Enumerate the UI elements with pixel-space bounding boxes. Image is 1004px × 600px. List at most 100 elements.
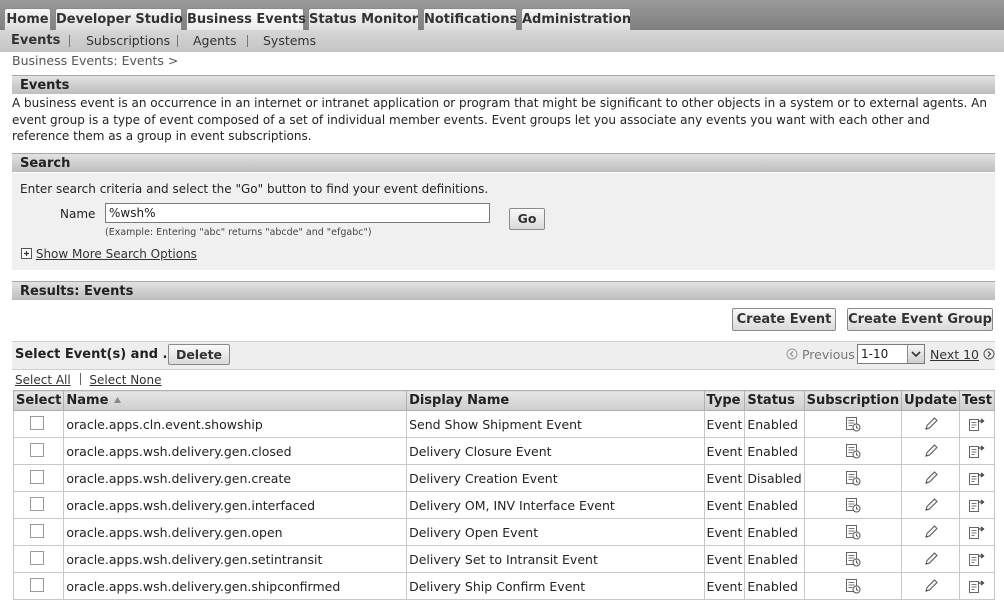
subscription-cell[interactable]	[803, 545, 903, 573]
next-10-link[interactable]: Next 10	[930, 347, 979, 362]
test-cell[interactable]	[959, 545, 995, 573]
row-checkbox[interactable]	[30, 469, 44, 484]
pencil-icon[interactable]	[904, 497, 957, 513]
pencil-icon[interactable]	[904, 551, 957, 567]
test-cell[interactable]	[959, 410, 995, 438]
row-select-cell[interactable]	[12, 410, 65, 438]
subscription-cell[interactable]	[803, 410, 903, 438]
test-event-icon[interactable]	[962, 578, 992, 594]
col-name[interactable]: Name	[63, 390, 408, 411]
subnav-agents[interactable]: Agents	[193, 32, 237, 50]
name-label: Name	[60, 207, 96, 221]
select-all-link[interactable]: Select All	[15, 373, 71, 387]
update-cell[interactable]	[901, 545, 961, 573]
update-cell[interactable]	[901, 518, 961, 546]
row-select-cell[interactable]	[12, 464, 65, 492]
test-event-icon[interactable]	[962, 470, 992, 486]
subscription-icon[interactable]	[807, 524, 899, 540]
event-status: Enabled	[744, 572, 805, 600]
go-button[interactable]: Go	[509, 208, 545, 230]
create-event-group-button[interactable]: Create Event Group	[847, 308, 993, 331]
row-select-cell[interactable]	[12, 491, 65, 519]
subscription-cell[interactable]	[803, 437, 903, 465]
sort-ascending-icon[interactable]	[113, 396, 122, 404]
row-checkbox[interactable]	[30, 496, 44, 511]
subscription-icon[interactable]	[807, 497, 899, 513]
row-select-cell[interactable]	[12, 545, 65, 573]
subnav-divider	[177, 35, 178, 47]
table-row: oracle.apps.wsh.delivery.gen.open Deliver…	[12, 518, 995, 546]
update-cell[interactable]	[901, 464, 961, 492]
subnav-subscriptions[interactable]: Subscriptions	[86, 32, 170, 50]
test-event-icon[interactable]	[962, 551, 992, 567]
test-cell[interactable]	[959, 491, 995, 519]
update-cell[interactable]	[901, 572, 961, 600]
subscription-cell[interactable]	[803, 572, 903, 600]
event-display-name: Delivery Ship Confirm Event	[406, 572, 705, 600]
table-header-row: Select Name Display Name Type Status Sub…	[12, 390, 995, 411]
select-none-link[interactable]: Select None	[89, 373, 161, 387]
row-checkbox[interactable]	[30, 577, 44, 592]
row-select-cell[interactable]	[12, 518, 65, 546]
row-checkbox[interactable]	[30, 523, 44, 538]
tab-status-monitor[interactable]: Status Monitor	[308, 8, 419, 30]
tab-administration[interactable]: Administration	[521, 8, 631, 30]
event-name: oracle.apps.wsh.delivery.gen.create	[63, 464, 408, 492]
next-arrow-icon[interactable]	[983, 348, 995, 360]
row-checkbox[interactable]	[30, 550, 44, 565]
update-cell[interactable]	[901, 410, 961, 438]
test-event-icon[interactable]	[962, 524, 992, 540]
previous-label: Previous	[801, 347, 855, 362]
test-event-icon[interactable]	[962, 416, 992, 432]
tab-business-events[interactable]: Business Events	[186, 8, 306, 30]
range-select[interactable]: 1-10	[857, 344, 925, 364]
subscription-icon[interactable]	[807, 416, 899, 432]
test-cell[interactable]	[959, 572, 995, 600]
event-type: Event	[703, 518, 746, 546]
test-event-icon[interactable]	[962, 497, 992, 513]
subscription-cell[interactable]	[803, 518, 903, 546]
subnav-systems[interactable]: Systems	[263, 32, 316, 50]
pencil-icon[interactable]	[904, 470, 957, 486]
pencil-icon[interactable]	[904, 443, 957, 459]
pencil-icon[interactable]	[904, 524, 957, 540]
breadcrumb[interactable]: Business Events: Events >	[12, 53, 178, 68]
subscription-icon[interactable]	[807, 470, 899, 486]
subscription-icon[interactable]	[807, 443, 899, 459]
row-select-cell[interactable]	[12, 437, 65, 465]
row-select-cell[interactable]	[12, 572, 65, 600]
event-type: Event	[703, 464, 746, 492]
subnav-events[interactable]: Events	[11, 32, 60, 50]
dropdown-arrow-icon[interactable]	[907, 345, 924, 363]
pencil-icon[interactable]	[904, 578, 957, 594]
subscription-cell[interactable]	[803, 491, 903, 519]
name-search-input[interactable]: %wsh%	[105, 203, 490, 223]
search-example-hint: (Example: Entering "abc" returns "abcde"…	[105, 227, 372, 238]
tab-notifications[interactable]: Notifications	[423, 8, 517, 30]
test-cell[interactable]	[959, 464, 995, 492]
table-row: oracle.apps.wsh.delivery.gen.interfaced D…	[12, 491, 995, 519]
create-event-button[interactable]: Create Event	[732, 308, 836, 331]
subscription-icon[interactable]	[807, 578, 899, 594]
table-row: oracle.apps.wsh.delivery.gen.create Deliv…	[12, 464, 995, 492]
table-row: oracle.apps.wsh.delivery.gen.shipconfirm…	[12, 572, 995, 600]
update-cell[interactable]	[901, 491, 961, 519]
event-type: Event	[703, 491, 746, 519]
row-checkbox[interactable]	[30, 415, 44, 430]
tab-home[interactable]: Home	[4, 8, 51, 30]
pencil-icon[interactable]	[904, 416, 957, 432]
test-cell[interactable]	[959, 518, 995, 546]
col-name-label[interactable]: Name	[66, 393, 108, 408]
show-more-options-link[interactable]: Show More Search Options	[36, 247, 197, 261]
delete-button[interactable]: Delete	[168, 344, 230, 365]
event-status: Enabled	[744, 545, 805, 573]
row-checkbox[interactable]	[30, 442, 44, 457]
tab-developer-studio[interactable]: Developer Studio	[55, 8, 183, 30]
next-page[interactable]: Next 10	[930, 347, 995, 362]
subscription-cell[interactable]	[803, 464, 903, 492]
subscription-icon[interactable]	[807, 551, 899, 567]
test-event-icon[interactable]	[962, 443, 992, 459]
update-cell[interactable]	[901, 437, 961, 465]
test-cell[interactable]	[959, 437, 995, 465]
show-more-options[interactable]: Show More Search Options	[21, 247, 197, 261]
